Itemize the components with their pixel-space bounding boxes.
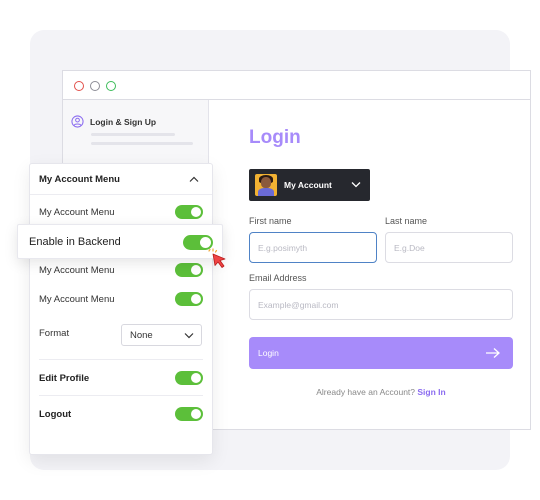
- already-account-text: Already have an Account? Sign In: [249, 387, 513, 397]
- last-name-placeholder: E.g.Doe: [394, 242, 425, 253]
- last-name-label: Last name: [385, 216, 428, 226]
- divider: [39, 359, 203, 360]
- enable-in-backend-row: Enable in Backend: [17, 224, 223, 259]
- sidebar-item-login-signup[interactable]: Login & Sign Up: [71, 115, 156, 128]
- minimize-window-dot[interactable]: [90, 81, 100, 91]
- avatar: [255, 174, 277, 196]
- edit-profile-label: Edit Profile: [39, 373, 90, 384]
- divider: [39, 395, 203, 396]
- skeleton-line: [91, 133, 175, 136]
- format-select[interactable]: None: [121, 324, 202, 346]
- logout-toggle[interactable]: [175, 407, 203, 421]
- email-field[interactable]: Example@gmail.com: [249, 289, 513, 320]
- login-button[interactable]: Login: [249, 337, 513, 369]
- menu-row-label: My Account Menu: [39, 207, 115, 218]
- maximize-window-dot[interactable]: [106, 81, 116, 91]
- my-account-label: My Account: [284, 180, 332, 190]
- user-circle-icon: [71, 115, 84, 128]
- panel-title: My Account Menu: [39, 174, 120, 185]
- first-name-field[interactable]: E.g.posimyth: [249, 232, 377, 263]
- account-menu-settings-panel: My Account Menu My Account Menu My Accou…: [29, 163, 213, 455]
- logout-label: Logout: [39, 409, 72, 420]
- arrow-right-icon: [486, 348, 500, 358]
- skeleton-line: [91, 142, 193, 145]
- browser-titlebar: [63, 71, 530, 100]
- chevron-down-icon: [184, 333, 194, 339]
- page-title: Login: [249, 127, 301, 148]
- first-name-placeholder: E.g.posimyth: [258, 242, 308, 253]
- menu-row-toggle[interactable]: [175, 205, 203, 219]
- edit-profile-toggle[interactable]: [175, 371, 203, 385]
- enable-in-backend-label: Enable in Backend: [29, 236, 121, 248]
- menu-row-label: My Account Menu: [39, 294, 115, 305]
- menu-row-toggle[interactable]: [175, 263, 203, 277]
- my-account-dropdown[interactable]: My Account: [249, 169, 370, 201]
- email-placeholder: Example@gmail.com: [258, 299, 339, 310]
- menu-row-toggle[interactable]: [175, 292, 203, 306]
- menu-row-label: My Account Menu: [39, 265, 115, 276]
- panel-header[interactable]: My Account Menu: [30, 164, 212, 195]
- pointer-cursor-icon: [208, 248, 226, 268]
- format-select-value: None: [130, 329, 153, 341]
- email-label: Email Address: [249, 273, 307, 283]
- format-label: Format: [39, 328, 70, 339]
- chevron-down-icon: [351, 182, 361, 188]
- sign-in-link[interactable]: Sign In: [417, 387, 445, 397]
- login-button-label: Login: [258, 348, 279, 358]
- first-name-label: First name: [249, 216, 292, 226]
- chevron-up-icon[interactable]: [189, 176, 199, 183]
- close-window-dot[interactable]: [74, 81, 84, 91]
- already-account-label: Already have an Account?: [316, 387, 416, 397]
- sidebar-item-label: Login & Sign Up: [90, 116, 157, 127]
- last-name-field[interactable]: E.g.Doe: [385, 232, 513, 263]
